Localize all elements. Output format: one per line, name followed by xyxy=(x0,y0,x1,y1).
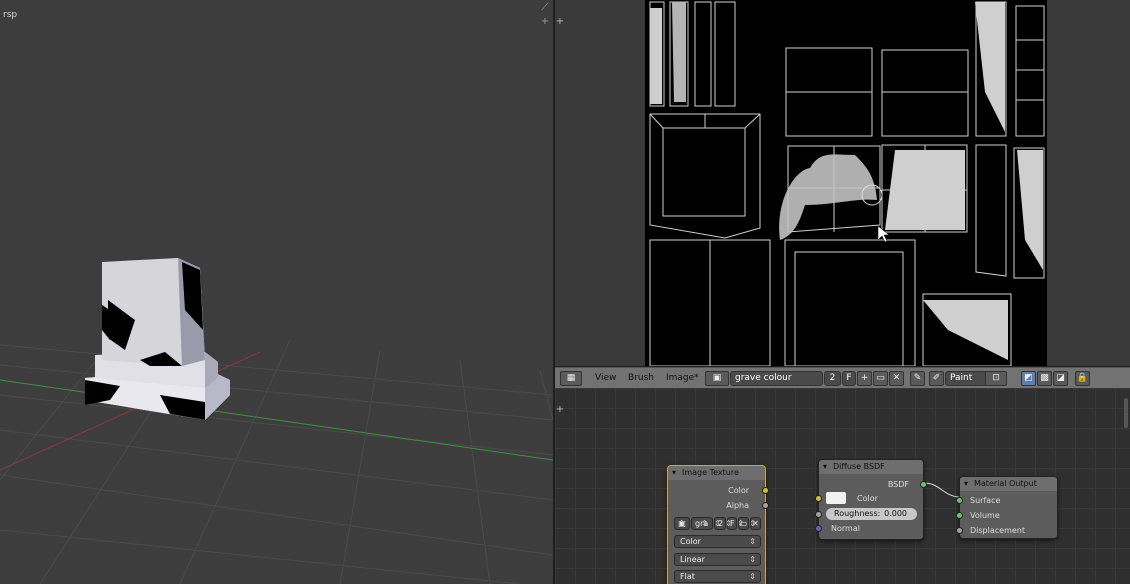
gravestone-model xyxy=(85,258,230,420)
node-editor[interactable]: + Image Texture Color Alpha ▣ gra 2 F ▭ … xyxy=(555,388,1130,584)
pin-icon[interactable]: ✎ xyxy=(910,371,925,386)
draw-rgb-icon[interactable]: ◩ xyxy=(1021,371,1036,386)
input-volume-label: Volume xyxy=(970,511,1000,520)
input-normal-socket[interactable] xyxy=(815,525,822,532)
image-browse-icon[interactable]: ▣ xyxy=(705,371,729,386)
image-users-count[interactable]: 2 xyxy=(824,371,841,386)
material-output-node[interactable]: Material Output Surface Volume Displacem… xyxy=(956,476,1058,539)
unlink-image-icon[interactable]: ✕ xyxy=(889,371,904,386)
input-roughness-socket[interactable] xyxy=(815,511,822,518)
menu-image[interactable]: Image* xyxy=(666,371,699,386)
node-title: Material Output xyxy=(960,477,1057,491)
input-displacement-label: Displacement xyxy=(970,526,1025,535)
output-color-label: Color xyxy=(728,486,749,495)
output-bsdf-label: BSDF xyxy=(887,480,909,489)
users-count[interactable]: 2 xyxy=(714,517,726,530)
roughness-label: Roughness: xyxy=(834,509,881,518)
fake-user-button[interactable]: F xyxy=(725,517,737,530)
input-volume-socket[interactable] xyxy=(956,512,963,519)
projection-select[interactable]: Flat xyxy=(674,570,761,583)
roughness-value: 0.000 xyxy=(884,509,907,518)
input-color-socket[interactable] xyxy=(815,495,822,502)
pivot-icon[interactable]: ⊡ xyxy=(985,371,1007,386)
output-alpha-socket[interactable] xyxy=(762,502,769,509)
image-texture-node[interactable]: Image Texture Color Alpha ▣ gra 2 F ▭ ✕ … xyxy=(667,465,769,584)
uv-image-editor[interactable]: + xyxy=(555,0,1130,366)
paint-mode-icon[interactable]: ✐ xyxy=(929,371,944,386)
input-surface-socket[interactable] xyxy=(956,497,963,504)
input-surface-label: Surface xyxy=(970,496,1001,505)
input-displacement-socket[interactable] xyxy=(956,527,963,534)
image-name-field[interactable]: grave colour xyxy=(730,371,823,386)
open-image-icon[interactable]: ▭ xyxy=(873,371,888,386)
new-image-icon[interactable]: + xyxy=(857,371,872,386)
editor-type-icon[interactable]: ▦ xyxy=(560,371,582,386)
3d-viewport[interactable]: rsp ⟋ + xyxy=(0,0,553,584)
menu-view[interactable]: View xyxy=(595,371,616,386)
input-normal-label: Normal xyxy=(831,524,860,533)
node-title: Image Texture xyxy=(668,466,765,480)
mode-select[interactable]: Paint xyxy=(945,371,990,386)
output-color-socket[interactable] xyxy=(762,487,769,494)
unlink-icon[interactable]: ✕ xyxy=(749,517,761,530)
output-alpha-label: Alpha xyxy=(726,501,749,510)
image-name-field[interactable]: gra xyxy=(691,517,713,530)
menu-brush[interactable]: Brush xyxy=(628,371,654,386)
interpolation-select[interactable]: Linear xyxy=(674,553,761,566)
lock-icon[interactable]: 🔒 xyxy=(1075,371,1090,386)
node-title: Diffuse BSDF xyxy=(819,460,923,474)
fake-user-button[interactable]: F xyxy=(842,371,856,386)
color-space-select[interactable]: Color xyxy=(674,535,761,548)
diffuse-bsdf-node[interactable]: Diffuse BSDF BSDF Color Roughness: 0.000… xyxy=(815,459,927,540)
uv-texture-canvas[interactable] xyxy=(555,0,1130,366)
roughness-slider[interactable]: Roughness: 0.000 xyxy=(826,508,917,520)
open-image-icon[interactable]: ▭ xyxy=(737,517,749,530)
draw-channels-icon[interactable]: ◪ xyxy=(1053,371,1068,386)
input-color-label: Color xyxy=(857,494,878,503)
image-editor-header: ▦ View Brush Image* ▣ grave colour 2 F +… xyxy=(555,367,1130,388)
color-swatch[interactable] xyxy=(826,492,846,504)
image-browse-icon[interactable]: ▣ xyxy=(674,517,690,530)
draw-alpha-icon[interactable]: ▩ xyxy=(1037,371,1052,386)
output-bsdf-socket[interactable] xyxy=(920,481,927,488)
